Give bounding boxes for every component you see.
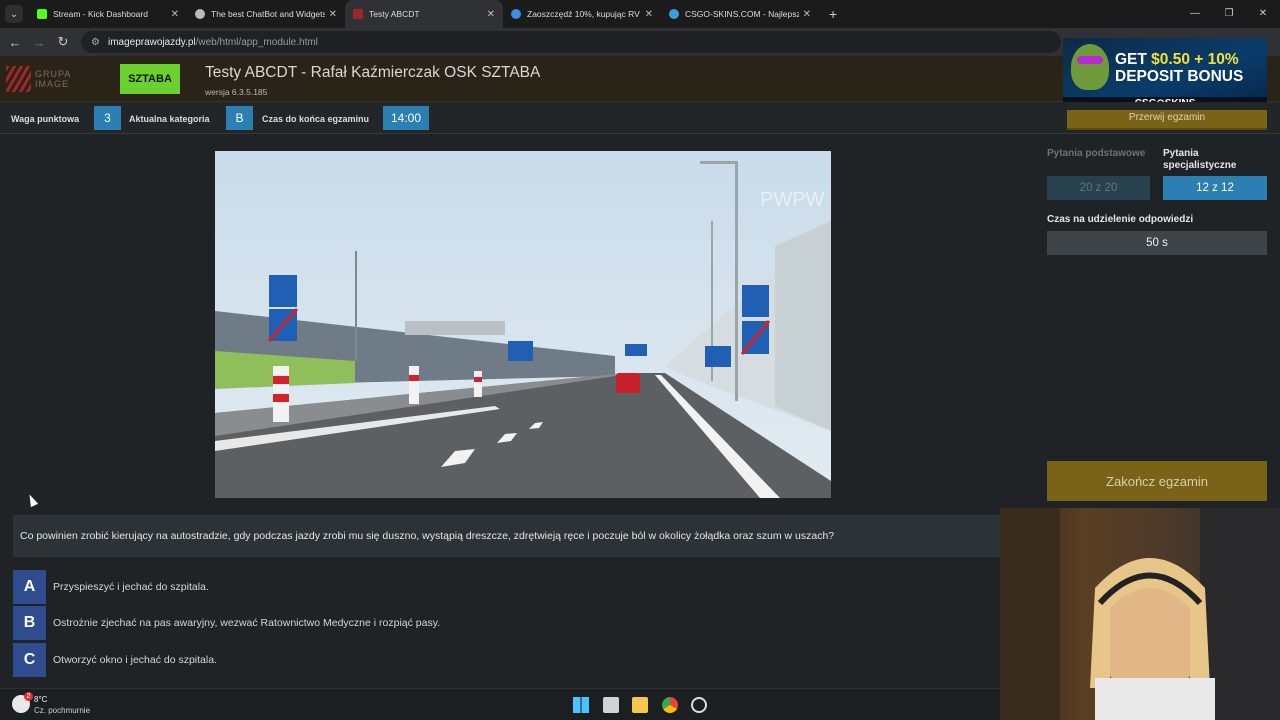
specjalistyczne-value: 12 z 12: [1163, 176, 1267, 200]
waga-label: Waga punktowa: [11, 114, 80, 124]
close-window-icon[interactable]: ✕: [1246, 0, 1280, 28]
ad-mascot-icon: [1071, 44, 1109, 90]
tab-title: CSGO-SKINS.COM - Najlepsze: [685, 9, 799, 19]
address-bar[interactable]: ⚙ imageprawojazdy.pl/web/html/app_module…: [81, 31, 1061, 53]
czas-value: 14:00: [383, 106, 429, 130]
window-controls: — ❐ ✕: [1178, 0, 1280, 28]
chrome-icon[interactable]: [662, 697, 678, 713]
tab-search-icon[interactable]: ⌄: [5, 5, 23, 23]
app-icon[interactable]: [691, 697, 707, 713]
kick-favicon-icon: [37, 9, 47, 19]
answer-text: Przyspieszyć i jechać do szpitala.: [53, 581, 209, 593]
czas-label: Czas do końca egzaminu: [262, 114, 370, 124]
new-tab-icon[interactable]: +: [829, 6, 837, 22]
grupa-image-logo: GRUPA IMAGE: [6, 64, 96, 94]
przerwij-egzamin-button[interactable]: Przerwij egzamin: [1067, 110, 1267, 130]
answer-letter: B: [13, 606, 46, 640]
version-label: wersja 6.3.5.185: [205, 87, 268, 97]
tab-title: Stream - Kick Dashboard: [53, 9, 148, 19]
tab-rv[interactable]: Zaoszczędź 10%, kupując RV Th ✕: [503, 0, 661, 28]
url-path: /web/html/app_module.html: [195, 36, 318, 48]
ad-line-2: DEPOSIT BONUS: [1115, 68, 1244, 85]
czas-odpowiedzi-label: Czas na udzielenie odpowiedzi: [1047, 214, 1194, 225]
kategoria-label: Aktualna kategoria: [129, 114, 210, 124]
reload-icon[interactable]: ↻: [51, 34, 75, 50]
logo-group-text: GRUPA IMAGE: [34, 69, 71, 89]
restore-icon[interactable]: ❐: [1212, 0, 1246, 28]
tab-title: Testy ABCDT: [369, 9, 420, 19]
answer-letter: A: [13, 570, 46, 604]
close-tab-icon[interactable]: ✕: [803, 9, 811, 20]
forward-arrow-icon[interactable]: →: [27, 35, 51, 50]
page-title: Testy ABCDT - Rafał Kaźmierczak OSK SZTA…: [205, 64, 541, 81]
tab-chatbot[interactable]: The best ChatBot and Widgets ✕: [187, 0, 345, 28]
mouse-cursor-icon: [25, 492, 39, 508]
logo-stripes-icon: [6, 66, 31, 92]
tab-csgo-skins[interactable]: CSGO-SKINS.COM - Najlepsze ✕: [661, 0, 819, 28]
answer-text: Ostrożnie zjechać na pas awaryjny, wezwa…: [53, 617, 441, 629]
question-text: Co powinien zrobić kierujący na autostra…: [13, 515, 1000, 557]
answer-a-button[interactable]: A Przyspieszyć i jechać do szpitala.: [13, 570, 209, 604]
tab-kick-dashboard[interactable]: Stream - Kick Dashboard ✕: [29, 0, 187, 28]
tab-title: Zaoszczędź 10%, kupując RV Th: [527, 9, 641, 19]
weather-temp: 8°C: [34, 695, 48, 704]
answer-text: Otworzyć okno i jechać do szpitala.: [53, 654, 217, 666]
answer-letter: C: [13, 643, 46, 677]
browser-tab-bar: ⌄ Stream - Kick Dashboard ✕ The best Cha…: [0, 0, 1280, 28]
zakoncz-egzamin-button[interactable]: Zakończ egzamin: [1047, 461, 1267, 501]
photo-watermark: PWPW: [760, 189, 825, 211]
weather-desc: Cz. pochmurnie: [34, 706, 91, 715]
weather-icon[interactable]: 2: [12, 692, 33, 713]
csgo-favicon-icon: [669, 9, 679, 19]
file-explorer-icon[interactable]: [632, 697, 648, 713]
czas-odpowiedzi-value: 50 s: [1047, 231, 1267, 255]
question-photo: PWPW: [215, 151, 831, 498]
site-info-icon[interactable]: ⚙: [91, 37, 100, 48]
close-tab-icon[interactable]: ✕: [487, 9, 495, 20]
ad-line-1: GET $0.50 + 10%: [1115, 51, 1239, 69]
windows-start-icon[interactable]: [573, 697, 589, 713]
answer-c-button[interactable]: C Otworzyć okno i jechać do szpitala.: [13, 643, 217, 677]
windows-taskbar: 2 8°C Cz. pochmurnie: [0, 688, 1000, 720]
answer-b-button[interactable]: B Ostrożnie zjechać na pas awaryjny, wez…: [13, 606, 440, 640]
close-tab-icon[interactable]: ✕: [645, 9, 653, 20]
close-tab-icon[interactable]: ✕: [329, 9, 337, 20]
ad-amount: $0.50 + 10%: [1151, 51, 1239, 68]
tab-testy-abcdt[interactable]: Testy ABCDT ✕: [345, 0, 503, 28]
tab-title: The best ChatBot and Widgets: [211, 9, 325, 19]
chatbot-favicon-icon: [195, 9, 205, 19]
rv-favicon-icon: [511, 9, 521, 19]
podstawowe-value: 20 z 20: [1047, 176, 1150, 200]
back-arrow-icon[interactable]: ←: [3, 35, 27, 50]
sztaba-logo: SZTABA: [120, 64, 180, 94]
webcam-overlay: [1000, 508, 1280, 720]
ad-get: GET: [1115, 51, 1152, 68]
podstawowe-label: Pytania podstawowe: [1047, 148, 1146, 159]
highway-scene: PWPW: [215, 151, 831, 498]
task-view-icon[interactable]: [603, 697, 619, 713]
kategoria-value: B: [226, 106, 253, 130]
waga-value: 3: [94, 106, 121, 130]
url-host: imageprawojazdy.pl: [107, 36, 196, 48]
streamer-figure: [1000, 508, 1280, 720]
testy-favicon-icon: [353, 9, 363, 19]
specjalistyczne-label: Pytania specjalistyczne: [1163, 148, 1237, 171]
minimize-icon[interactable]: —: [1178, 0, 1212, 28]
close-tab-icon[interactable]: ✕: [171, 9, 179, 20]
csgo-skins-ad[interactable]: GET $0.50 + 10% DEPOSIT BONUS CSG⊙SKINS: [1063, 38, 1267, 111]
notification-badge: 2: [24, 692, 33, 701]
